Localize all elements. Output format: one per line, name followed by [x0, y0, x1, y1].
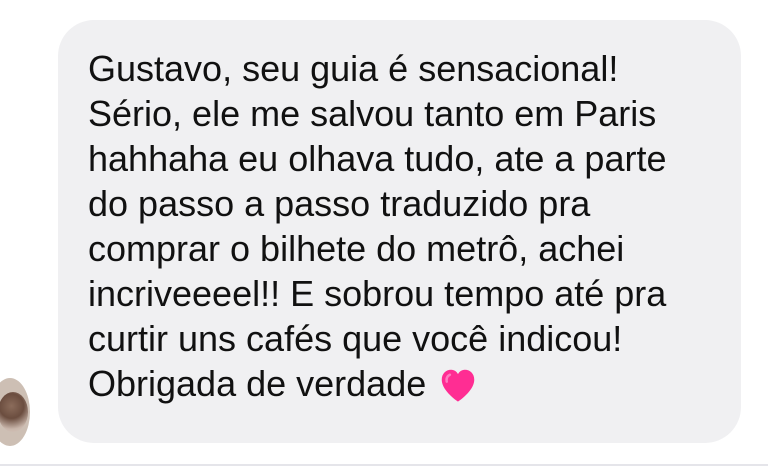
- chat-screen: Gustavo, seu guia é sensacional! Sério, …: [0, 0, 768, 466]
- message-bubble[interactable]: Gustavo, seu guia é sensacional! Sério, …: [58, 20, 741, 443]
- message-text: Gustavo, seu guia é sensacional! Sério, …: [88, 46, 717, 406]
- avatar[interactable]: [0, 378, 30, 446]
- pink-heart-icon: [442, 370, 475, 403]
- avatar-photo: [0, 392, 28, 432]
- message-body: Gustavo, seu guia é sensacional! Sério, …: [88, 48, 667, 404]
